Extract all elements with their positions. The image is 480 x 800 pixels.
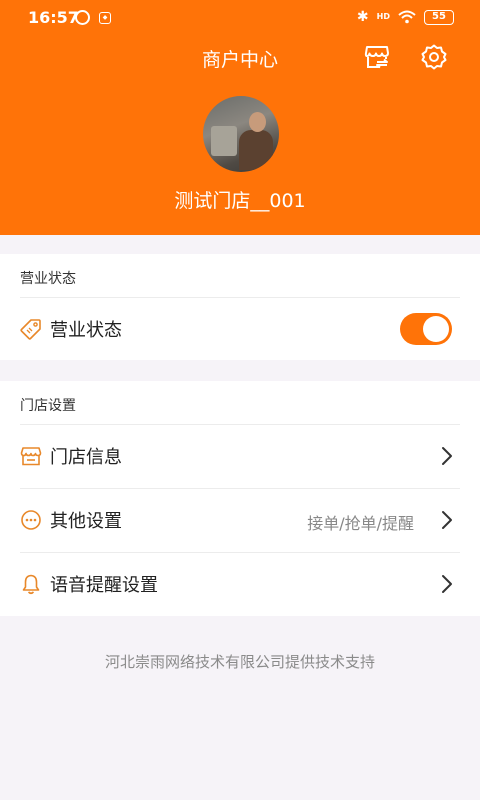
other-settings-row[interactable]: 其他设置 接单/抢单/提醒 bbox=[0, 489, 480, 552]
avatar[interactable] bbox=[203, 96, 279, 172]
voice-reminder-row[interactable]: 语音提醒设置 bbox=[0, 553, 480, 616]
footer-support-text: 河北崇雨网络技术有限公司提供技术支持 bbox=[104, 653, 375, 671]
store-icon bbox=[20, 447, 42, 466]
section-title-store: 门店设置 bbox=[20, 398, 76, 414]
store-settings-section: 门店设置 门店信息 其他设置 接单/抢单/提醒 语音提醒设置 bbox=[0, 381, 480, 616]
section-title-business: 营业状态 bbox=[20, 271, 76, 287]
alarm-icon bbox=[75, 10, 90, 25]
status-bar: 16:57 ◆ ✱ HD 55 bbox=[0, 0, 480, 36]
bluetooth-icon: ✱ bbox=[356, 9, 369, 25]
business-status-section: 营业状态 营业状态 bbox=[0, 254, 480, 360]
switch-store-icon[interactable] bbox=[363, 43, 391, 71]
battery-icon: 55 bbox=[424, 9, 454, 25]
store-info-label: 门店信息 bbox=[50, 447, 122, 468]
signal-icon: HD bbox=[377, 13, 390, 21]
settings-gear-icon[interactable] bbox=[420, 43, 448, 71]
toggle-knob bbox=[423, 316, 449, 342]
signal-label: HD bbox=[376, 12, 390, 21]
tag-icon bbox=[20, 319, 41, 340]
header: 16:57 ◆ ✱ HD 55 商户中心 测试门店__001 bbox=[0, 0, 480, 235]
other-settings-hint: 接单/抢单/提醒 bbox=[307, 514, 414, 533]
battery-level: 55 bbox=[432, 10, 446, 22]
more-dots-icon bbox=[21, 510, 41, 530]
page-title: 商户中心 bbox=[201, 49, 278, 71]
bell-icon bbox=[22, 574, 40, 595]
chevron-right-icon bbox=[442, 575, 452, 593]
chevron-right-icon bbox=[442, 447, 452, 465]
store-info-row[interactable]: 门店信息 bbox=[0, 425, 480, 488]
status-time: 16:57 bbox=[28, 8, 79, 27]
voice-reminder-label: 语音提醒设置 bbox=[50, 575, 158, 596]
wifi-icon bbox=[398, 10, 416, 24]
chevron-right-icon bbox=[442, 511, 452, 529]
app-notification-icon: ◆ bbox=[99, 12, 111, 24]
business-status-toggle[interactable] bbox=[400, 313, 452, 345]
status-right: ✱ HD 55 bbox=[357, 9, 454, 25]
business-status-label: 营业状态 bbox=[50, 320, 122, 341]
other-settings-label: 其他设置 bbox=[50, 511, 122, 532]
shop-name: 测试门店__001 bbox=[174, 190, 306, 212]
